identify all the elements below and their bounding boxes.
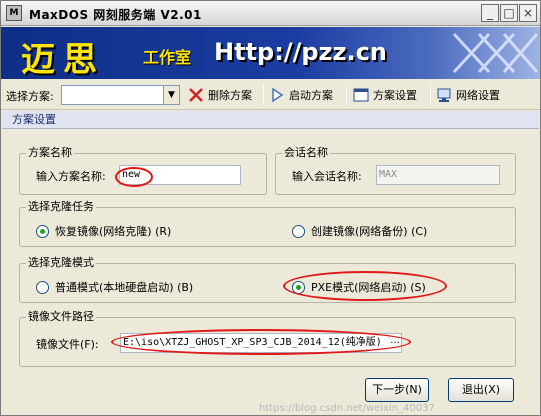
section-header: 方案设置: [2, 111, 539, 129]
clone-mode-group: 选择克隆模式 普通模式(本地硬盘启动) (B) PXE模式(网络启动) (S): [19, 257, 516, 303]
start-scheme-button[interactable]: 启动方案: [268, 85, 333, 105]
session-name-group-title: 会话名称: [282, 146, 330, 159]
pxe-mode-radio[interactable]: PXE模式(网络启动) (S): [292, 279, 426, 295]
delete-scheme-button[interactable]: 删除方案: [187, 85, 252, 105]
normal-mode-radio[interactable]: 普通模式(本地硬盘启动) (B): [36, 279, 193, 295]
radio-unselected-icon: [292, 224, 305, 238]
scheme-name-label: 输入方案名称:: [36, 170, 106, 183]
toolbar-separator: [263, 85, 264, 105]
banner-logo: 迈思: [21, 40, 105, 79]
network-icon: [435, 86, 453, 104]
app-icon: M: [6, 5, 22, 21]
create-image-label: 创建镜像(网络备份) (C): [311, 225, 428, 238]
radio-unselected-icon: [36, 280, 49, 294]
create-image-radio[interactable]: 创建镜像(网络备份) (C): [292, 223, 427, 239]
scheme-settings-button[interactable]: 方案设置: [352, 85, 417, 105]
toolbar: 选择方案: ▼ 删除方案 启动方案 方案设置 网络设置: [1, 80, 540, 110]
banner-studio: 工作室: [143, 48, 192, 67]
restore-image-label: 恢复镜像(网络克隆) (R): [55, 225, 172, 238]
chevron-down-icon[interactable]: ▼: [163, 86, 179, 104]
session-name-label: 输入会话名称:: [292, 170, 362, 183]
exit-button[interactable]: 退出(X): [448, 378, 514, 402]
toolbar-separator: [430, 85, 431, 105]
pxe-mode-label: PXE模式(网络启动) (S): [311, 281, 426, 294]
main-window: M MaxDOS 网刻服务端 V2.01 _ □ × 迈思 工作室 Http:/…: [0, 0, 541, 416]
play-icon: [268, 86, 286, 104]
window-icon: [352, 86, 370, 104]
normal-mode-label: 普通模式(本地硬盘启动) (B): [55, 281, 194, 294]
banner-mark-graphic: [452, 32, 539, 74]
radio-selected-icon: [292, 280, 305, 294]
scheme-name-input[interactable]: new: [119, 165, 241, 185]
browse-button[interactable]: ...: [387, 335, 403, 351]
delete-x-icon: [187, 86, 205, 104]
scheme-select-label: 选择方案:: [6, 90, 54, 103]
clone-task-group-title: 选择克隆任务: [26, 200, 96, 213]
clone-task-group: 选择克隆任务 恢复镜像(网络克隆) (R) 创建镜像(网络备份) (C): [19, 201, 516, 247]
scheme-name-group-title: 方案名称: [26, 146, 74, 159]
radio-selected-icon: [36, 224, 49, 238]
image-path-group-title: 镜像文件路径: [26, 310, 96, 323]
start-scheme-label: 启动方案: [289, 89, 333, 102]
clone-mode-group-title: 选择克隆模式: [26, 256, 96, 269]
image-file-label: 镜像文件(F):: [36, 338, 99, 351]
restore-image-radio[interactable]: 恢复镜像(网络克隆) (R): [36, 223, 171, 239]
banner: 迈思 工作室 Http://pzz.cn: [1, 27, 540, 79]
scheme-name-group: 方案名称 输入方案名称: new: [19, 147, 267, 195]
toolbar-separator: [346, 85, 347, 105]
image-file-input[interactable]: E:\iso\XTZJ_GHOST_XP_SP3_CJB_2014_12(纯净版…: [120, 333, 402, 353]
scheme-select[interactable]: ▼: [61, 85, 180, 105]
minimize-button[interactable]: _: [481, 4, 499, 22]
network-settings-label: 网络设置: [456, 89, 500, 102]
next-button[interactable]: 下一步(N): [365, 378, 429, 402]
scheme-settings-label: 方案设置: [373, 89, 417, 102]
session-name-input[interactable]: MAX: [376, 165, 500, 185]
session-name-group: 会话名称 输入会话名称: MAX: [275, 147, 516, 195]
image-path-group: 镜像文件路径 镜像文件(F): E:\iso\XTZJ_GHOST_XP_SP3…: [19, 311, 516, 367]
watermark: https://blog.csdn.net/weixin_40037: [259, 403, 435, 414]
close-button[interactable]: ×: [519, 4, 537, 22]
banner-url: Http://pzz.cn: [214, 38, 387, 66]
window-title: MaxDOS 网刻服务端 V2.01: [29, 8, 202, 22]
network-settings-button[interactable]: 网络设置: [435, 85, 500, 105]
delete-scheme-label: 删除方案: [208, 89, 252, 102]
title-bar[interactable]: M MaxDOS 网刻服务端 V2.01 _ □ ×: [1, 1, 540, 26]
maximize-button[interactable]: □: [500, 4, 518, 22]
